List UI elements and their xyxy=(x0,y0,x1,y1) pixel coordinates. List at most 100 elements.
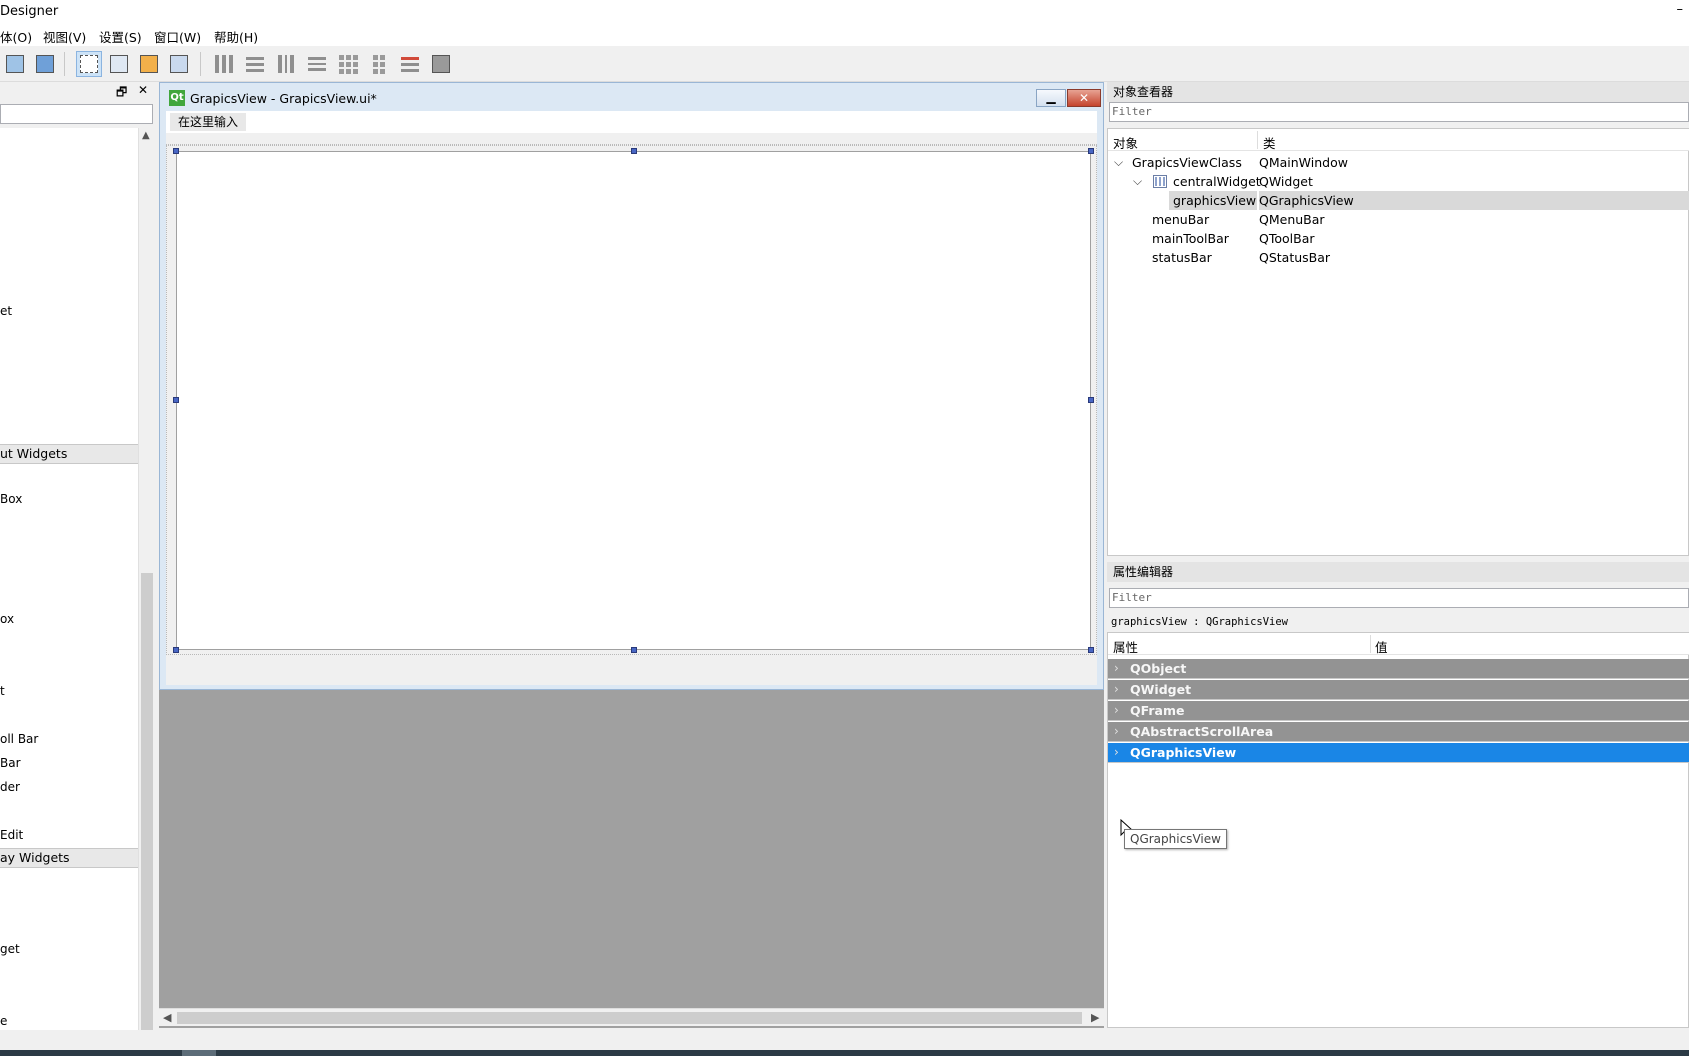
send-back-button[interactable] xyxy=(32,51,58,77)
signal-slot-icon xyxy=(110,55,128,73)
chevron-right-icon: › xyxy=(1114,682,1119,696)
tree-row-class: QGraphicsView xyxy=(1259,191,1689,210)
tree-row-statusbar[interactable]: statusBar QStatusBar xyxy=(1108,248,1689,267)
object-filter-input[interactable]: Filter xyxy=(1109,102,1689,122)
edit-buddies-button[interactable] xyxy=(136,51,162,77)
widget-category[interactable]: ut Widgets xyxy=(0,444,138,464)
scroll-thumb[interactable] xyxy=(177,1012,1082,1024)
property-group-qgraphicsview[interactable]: › QGraphicsView xyxy=(1108,743,1689,763)
form-close-button[interactable]: ✕ xyxy=(1067,89,1101,107)
main-menubar: 体(O) 视图(V) 设置(S) 窗口(W) 帮助(H) xyxy=(0,24,1689,46)
widget-item[interactable]: oll Bar xyxy=(0,732,38,746)
layout-form-button[interactable] xyxy=(366,51,392,77)
widget-item[interactable]: ox xyxy=(0,612,14,626)
widget-item[interactable]: Edit xyxy=(0,828,23,842)
resize-handle[interactable] xyxy=(631,647,637,653)
property-group-qwidget[interactable]: › QWidget xyxy=(1108,680,1689,700)
scroll-thumb[interactable] xyxy=(141,573,153,1056)
resize-handle[interactable] xyxy=(1088,148,1094,154)
menu-settings[interactable]: 设置(S) xyxy=(99,27,142,46)
menu-form[interactable]: 体(O) xyxy=(0,27,32,46)
float-panel-button[interactable]: 🗗 xyxy=(116,83,127,104)
object-tree-header: 对象 类 xyxy=(1108,129,1689,151)
tree-row-name: GrapicsViewClass xyxy=(1132,155,1242,170)
tree-row-grapicsviewclass[interactable]: ⌵ GrapicsViewClass QMainWindow xyxy=(1108,153,1689,172)
tree-row-class: QToolBar xyxy=(1259,231,1315,246)
edit-tab-order-button[interactable] xyxy=(166,51,192,77)
widget-box-header: 🗗 ✕ xyxy=(0,82,156,100)
form-title: GrapicsView - GrapicsView.ui* xyxy=(190,91,377,106)
layout-horizontal-button[interactable] xyxy=(211,51,237,77)
widget-list-scrollbar[interactable]: ▲ xyxy=(138,128,154,1056)
expand-chevron-icon[interactable]: ⌵ xyxy=(1133,172,1142,191)
widget-filter-input[interactable] xyxy=(0,104,153,124)
layout-h-splitter-button[interactable] xyxy=(273,51,299,77)
property-group-qframe[interactable]: › QFrame xyxy=(1108,701,1689,721)
property-group-qobject[interactable]: › QObject xyxy=(1108,659,1689,679)
property-group-label: QObject xyxy=(1130,661,1187,676)
chevron-right-icon: › xyxy=(1114,661,1119,675)
widget-item[interactable]: Bar xyxy=(0,756,21,770)
form-layout-icon xyxy=(373,54,385,74)
scroll-up-icon[interactable]: ▲ xyxy=(142,130,150,141)
widget-item[interactable]: der xyxy=(0,780,20,794)
minimize-button[interactable]: – xyxy=(1677,2,1684,17)
tree-row-maintoolbar[interactable]: mainToolBar QToolBar xyxy=(1108,229,1689,248)
toolbar-separator xyxy=(64,52,65,76)
bring-forward-button[interactable] xyxy=(2,51,28,77)
app-title: Designer xyxy=(0,4,59,19)
graphics-view-widget[interactable] xyxy=(176,151,1091,650)
edit-signals-slots-button[interactable] xyxy=(106,51,132,77)
property-group-label: QAbstractScrollArea xyxy=(1130,724,1274,739)
tree-row-class: QMainWindow xyxy=(1259,155,1348,170)
chevron-right-icon: › xyxy=(1114,745,1119,759)
property-group-label: QGraphicsView xyxy=(1130,745,1237,760)
widget-item[interactable]: Box xyxy=(0,492,22,506)
adjust-size-button[interactable] xyxy=(428,51,454,77)
horizontal-layout-icon xyxy=(215,55,233,73)
resize-handle[interactable] xyxy=(1088,397,1094,403)
tree-row-graphicsview[interactable]: graphicsView QGraphicsView xyxy=(1108,191,1689,210)
break-layout-button[interactable] xyxy=(397,51,423,77)
layout-v-splitter-button[interactable] xyxy=(304,51,330,77)
buddy-icon xyxy=(140,55,158,73)
tree-row-menubar[interactable]: menuBar QMenuBar xyxy=(1108,210,1689,229)
tree-row-class: QMenuBar xyxy=(1259,212,1325,227)
layout-vertical-button[interactable] xyxy=(242,51,268,77)
widget-item[interactable]: et xyxy=(0,304,12,318)
expand-chevron-icon[interactable]: ⌵ xyxy=(1114,153,1123,172)
resize-handle[interactable] xyxy=(631,148,637,154)
widget-item[interactable]: t xyxy=(0,684,5,698)
scroll-right-icon[interactable]: ▶ xyxy=(1091,1011,1099,1024)
widget-category[interactable]: ay Widgets xyxy=(0,848,138,868)
edit-widgets-button[interactable] xyxy=(76,51,102,77)
resize-handle[interactable] xyxy=(173,397,179,403)
type-here-menu[interactable]: 在这里输入 xyxy=(170,113,247,131)
menu-window[interactable]: 窗口(W) xyxy=(154,27,201,46)
app-statusbar xyxy=(0,1030,1689,1050)
widget-list: et ut Widgets Box ox t oll Bar Bar der E… xyxy=(0,128,138,1056)
resize-handle[interactable] xyxy=(1088,647,1094,653)
taskbar-item[interactable] xyxy=(182,1050,216,1056)
column-object[interactable]: 对象 xyxy=(1113,133,1138,152)
column-class[interactable]: 类 xyxy=(1263,133,1276,152)
layout-grid-button[interactable] xyxy=(335,51,361,77)
form-minimize-button[interactable]: ▁ xyxy=(1036,89,1066,107)
widget-item[interactable]: e xyxy=(0,1014,7,1028)
column-property[interactable]: 属性 xyxy=(1113,637,1138,656)
close-panel-button[interactable]: ✕ xyxy=(138,83,148,97)
property-group-qabstractscrollarea[interactable]: › QAbstractScrollArea xyxy=(1108,722,1689,742)
resize-handle[interactable] xyxy=(173,148,179,154)
tree-row-centralwidget[interactable]: ⌵ centralWidget QWidget xyxy=(1108,172,1689,191)
resize-handle[interactable] xyxy=(173,647,179,653)
widget-item[interactable]: get xyxy=(0,942,20,956)
object-tree: 对象 类 ⌵ GrapicsViewClass QMainWindow ⌵ ce… xyxy=(1107,128,1689,556)
property-filter-input[interactable]: Filter xyxy=(1109,588,1689,608)
tree-row-name: centralWidget xyxy=(1173,174,1261,189)
mdi-horizontal-scrollbar[interactable]: ◀ ▶ xyxy=(159,1008,1104,1026)
menu-help[interactable]: 帮助(H) xyxy=(214,27,258,46)
tree-row-name: graphicsView xyxy=(1169,191,1257,210)
menu-view[interactable]: 视图(V) xyxy=(43,27,86,46)
scroll-left-icon[interactable]: ◀ xyxy=(163,1011,171,1024)
column-value[interactable]: 值 xyxy=(1375,637,1388,656)
